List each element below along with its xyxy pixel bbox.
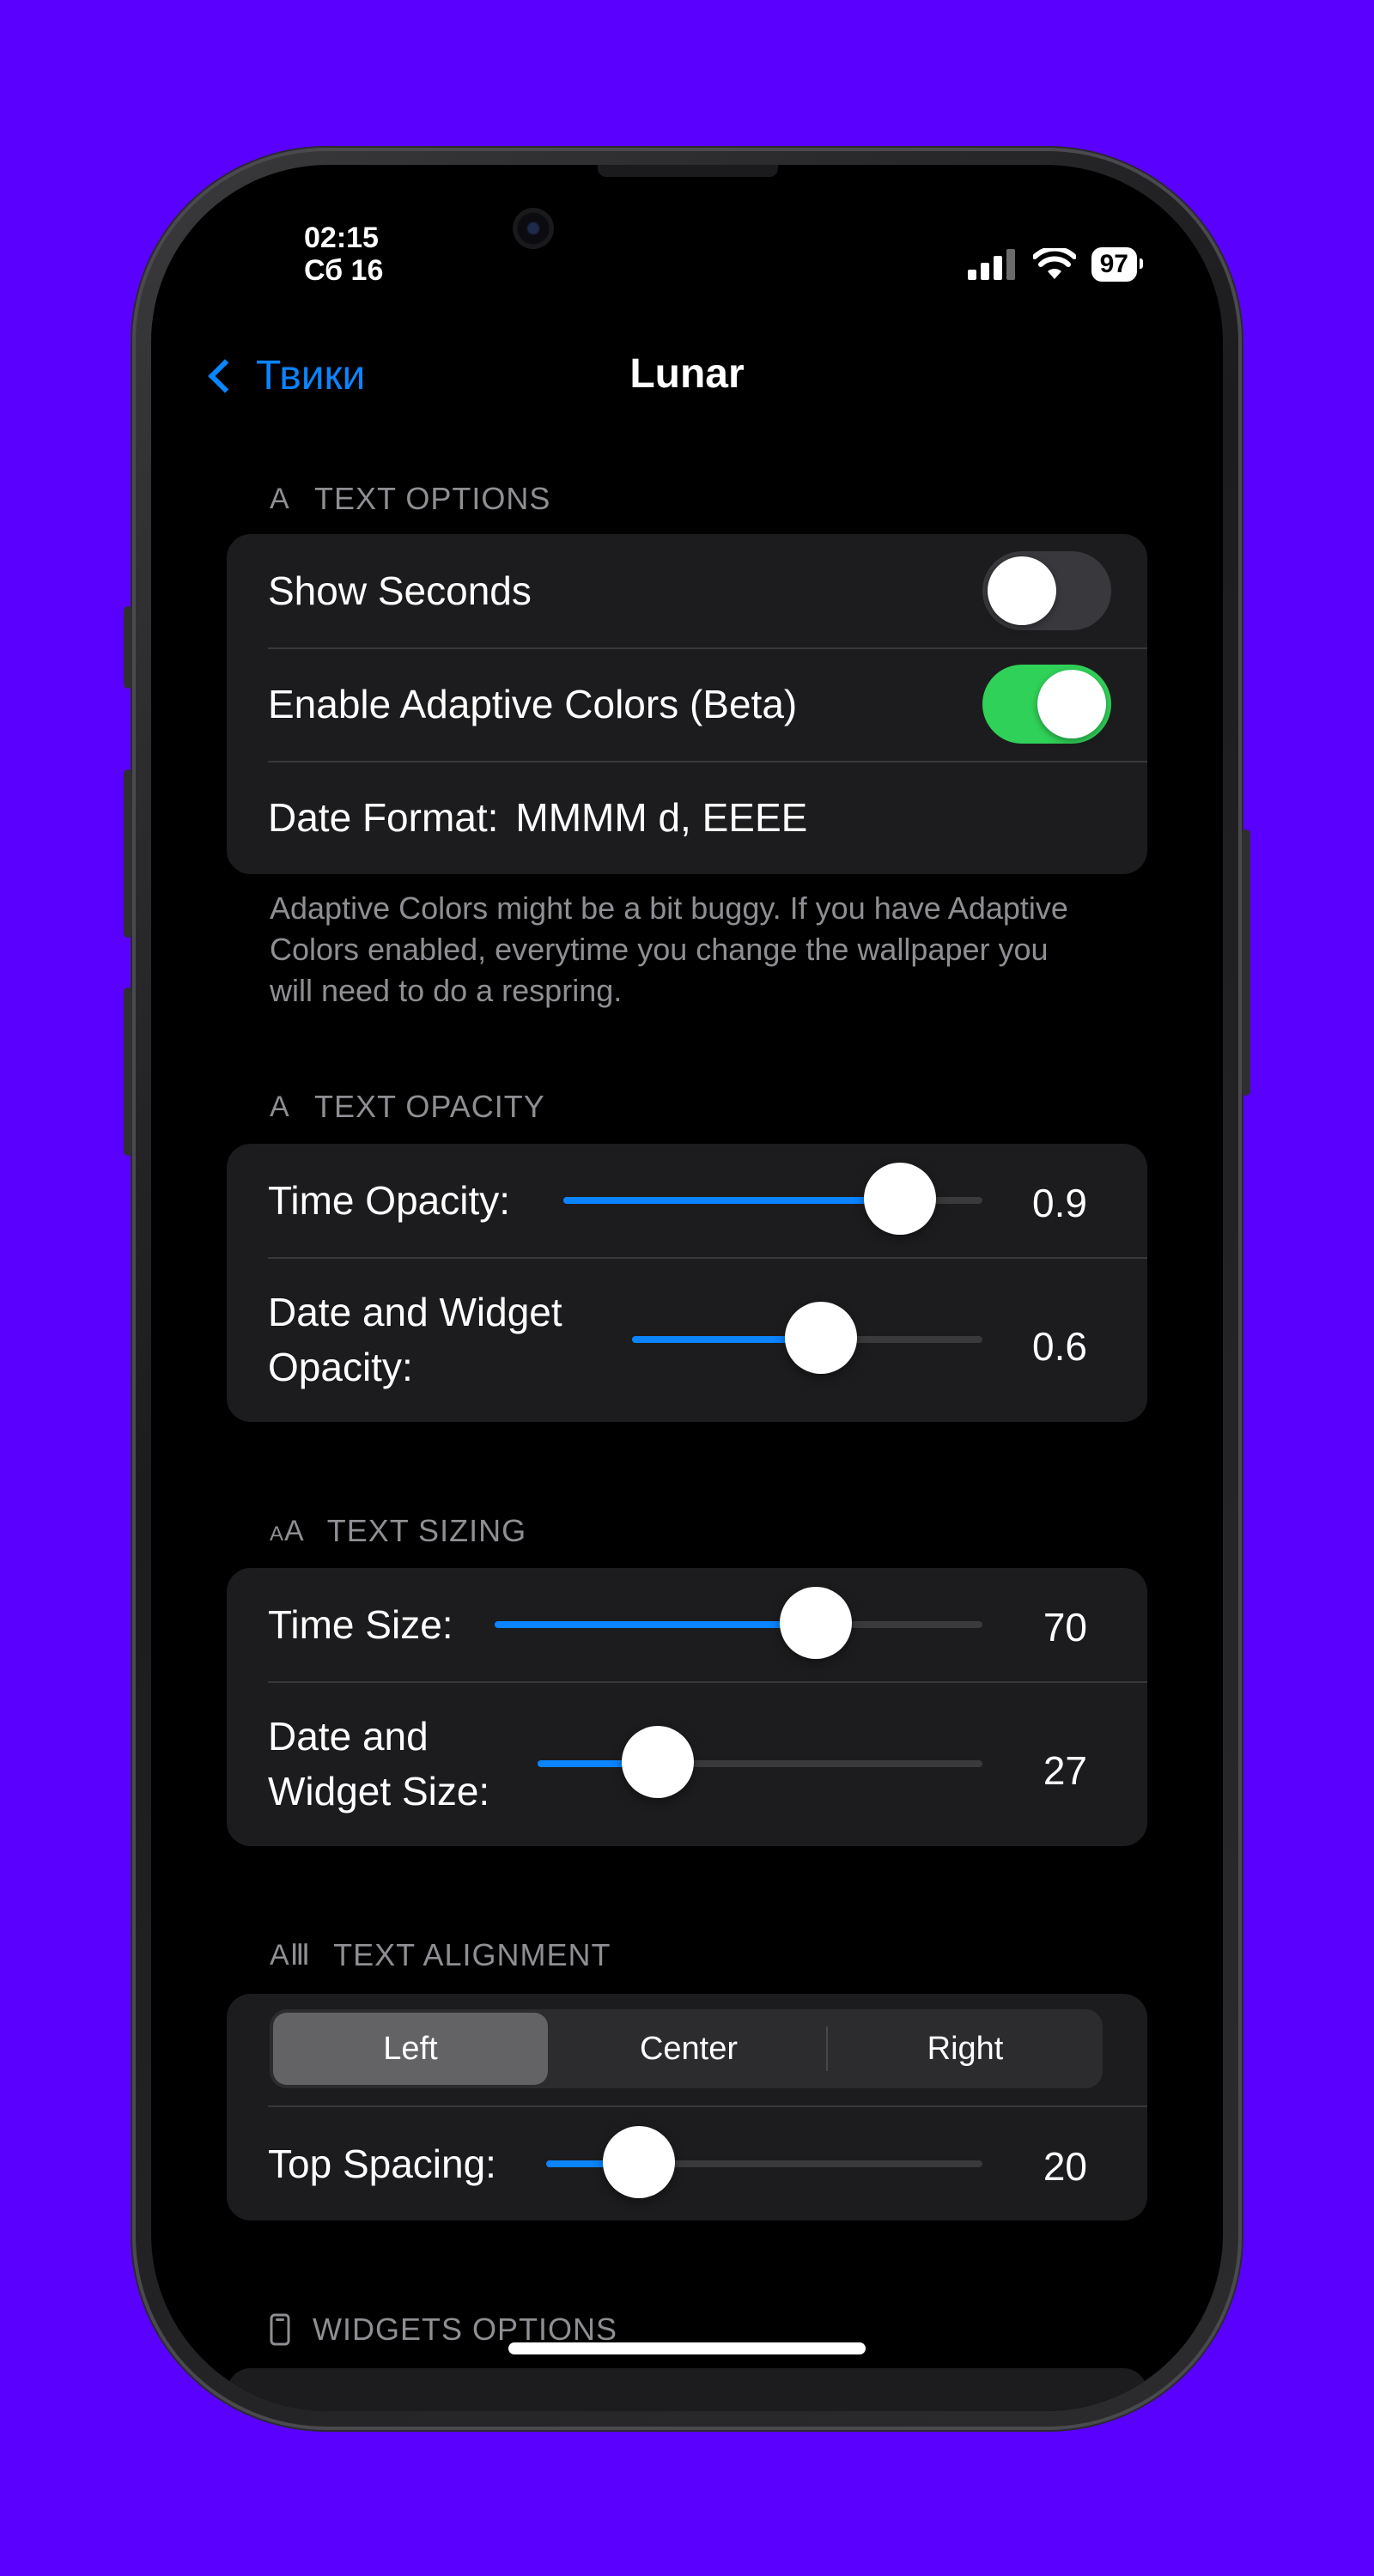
status-clock: 02:15 Сб 16	[304, 222, 383, 287]
adaptive-colors-label: Enable Adaptive Colors (Beta)	[268, 682, 798, 726]
section-header-text-opacity: A TEXT OPACITY	[270, 1089, 545, 1125]
action-button	[124, 606, 132, 689]
power-button	[1242, 829, 1250, 1096]
status-date: Сб 16	[304, 254, 384, 287]
adaptive-colors-note: Adaptive Colors might be a bit buggy. If…	[270, 890, 1068, 1008]
top-spacing-slider[interactable]	[546, 2126, 982, 2198]
section-title: TEXT OPACITY	[314, 1089, 545, 1124]
text-a-icon: A	[270, 1090, 290, 1123]
date-widget-size-value: 27	[1043, 1748, 1087, 1793]
slider-thumb[interactable]	[622, 1726, 694, 1798]
alignment-segmented-control[interactable]: Left Center Right	[270, 2009, 1103, 2088]
toggle-knob	[1037, 670, 1106, 738]
label-line-1: Date and	[268, 1714, 429, 1759]
date-format-label: Date Format:	[268, 795, 499, 840]
wifi-icon	[1032, 248, 1076, 279]
date-widget-size-label: Date and Widget Size:	[268, 1709, 489, 1819]
signal-icon	[967, 249, 1015, 280]
segment-right[interactable]: Right	[828, 2013, 1103, 2085]
time-opacity-value: 0.9	[1032, 1181, 1087, 1225]
segment-left[interactable]: Left	[273, 2013, 548, 2085]
text-sizing-card: Time Size: 70 Date and Widget Size: 27	[227, 1568, 1147, 1846]
label-line-2: Opacity:	[268, 1345, 413, 1389]
adaptive-colors-row: Enable Adaptive Colors (Beta)	[227, 647, 1147, 761]
front-camera	[513, 208, 554, 249]
top-spacing-value: 20	[1043, 2144, 1087, 2189]
section-title: TEXT OPTIONS	[314, 481, 551, 516]
section-title: TEXT SIZING	[326, 1513, 527, 1548]
time-opacity-slider[interactable]	[563, 1163, 982, 1235]
text-opacity-card: Time Opacity: 0.9 Date and Widget Opacit…	[227, 1144, 1147, 1422]
earpiece-speaker	[598, 165, 778, 177]
slider-thumb[interactable]	[864, 1163, 936, 1235]
date-widget-size-row: Date and Widget Size: 27	[227, 1681, 1147, 1846]
time-size-value: 70	[1043, 1605, 1087, 1649]
status-icons: 97	[967, 247, 1144, 282]
slider-thumb[interactable]	[603, 2126, 675, 2198]
text-a-icon: A	[270, 482, 290, 515]
phone-screen: 02:15 Сб 16 97 Твики Lunar A TEXT OPTION…	[151, 165, 1223, 2411]
time-size-label: Time Size:	[268, 1602, 453, 1647]
text-cursor-icon: AⅢ	[270, 1939, 312, 1971]
top-spacing-label: Top Spacing:	[268, 2142, 496, 2186]
slider-thumb[interactable]	[780, 1587, 852, 1659]
toggle-knob	[988, 556, 1056, 625]
time-opacity-row: Time Opacity: 0.9	[227, 1144, 1147, 1257]
time-size-row: Time Size: 70	[227, 1568, 1147, 1681]
time-opacity-label: Time Opacity:	[268, 1178, 511, 1223]
section-header-text-options: A TEXT OPTIONS	[270, 481, 550, 517]
slider-fill	[495, 1621, 816, 1628]
text-size-icon: AA	[270, 1514, 305, 1547]
page-title: Lunar	[629, 351, 745, 397]
top-spacing-row: Top Spacing: 20	[227, 2107, 1147, 2221]
date-format-row[interactable]: Date Format: MMMM d, EEEE	[227, 761, 1147, 874]
show-seconds-label: Show Seconds	[268, 568, 532, 613]
battery-icon: 97	[1091, 247, 1144, 282]
show-seconds-toggle[interactable]	[982, 551, 1111, 630]
show-seconds-row: Show Seconds	[227, 534, 1147, 647]
phone-icon	[270, 2313, 290, 2346]
text-options-card: Show Seconds Enable Adaptive Colors (Bet…	[227, 534, 1147, 874]
segment-center[interactable]: Center	[551, 2013, 826, 2085]
date-widget-opacity-slider[interactable]	[632, 1302, 982, 1374]
time-size-slider[interactable]	[495, 1587, 982, 1659]
slider-thumb[interactable]	[785, 1302, 857, 1374]
date-widget-opacity-value: 0.6	[1032, 1324, 1087, 1369]
label-line-2: Widget Size:	[268, 1769, 490, 1814]
date-widget-opacity-label: Date and Widget Opacity:	[268, 1285, 562, 1394]
text-alignment-card: Left Center Right Top Spacing: 20	[227, 1994, 1147, 2221]
section-header-text-sizing: AA TEXT SIZING	[270, 1513, 526, 1549]
section-header-text-alignment: AⅢ TEXT ALIGNMENT	[270, 1937, 611, 1973]
status-time: 02:15	[304, 222, 379, 254]
date-widget-opacity-row: Date and Widget Opacity: 0.6	[227, 1257, 1147, 1422]
date-format-value[interactable]: MMMM d, EEEE	[515, 794, 807, 841]
label-line-1: Date and Widget	[268, 1290, 562, 1334]
volume-up-button	[124, 769, 132, 938]
date-widget-size-slider[interactable]	[538, 1726, 982, 1798]
volume-down-button	[124, 987, 132, 1156]
home-indicator[interactable]	[508, 2342, 866, 2354]
slider-fill	[563, 1197, 900, 1204]
widgets-options-card	[227, 2368, 1147, 2411]
adaptive-colors-toggle[interactable]	[982, 665, 1111, 744]
section-title: TEXT ALIGNMENT	[333, 1937, 611, 1972]
